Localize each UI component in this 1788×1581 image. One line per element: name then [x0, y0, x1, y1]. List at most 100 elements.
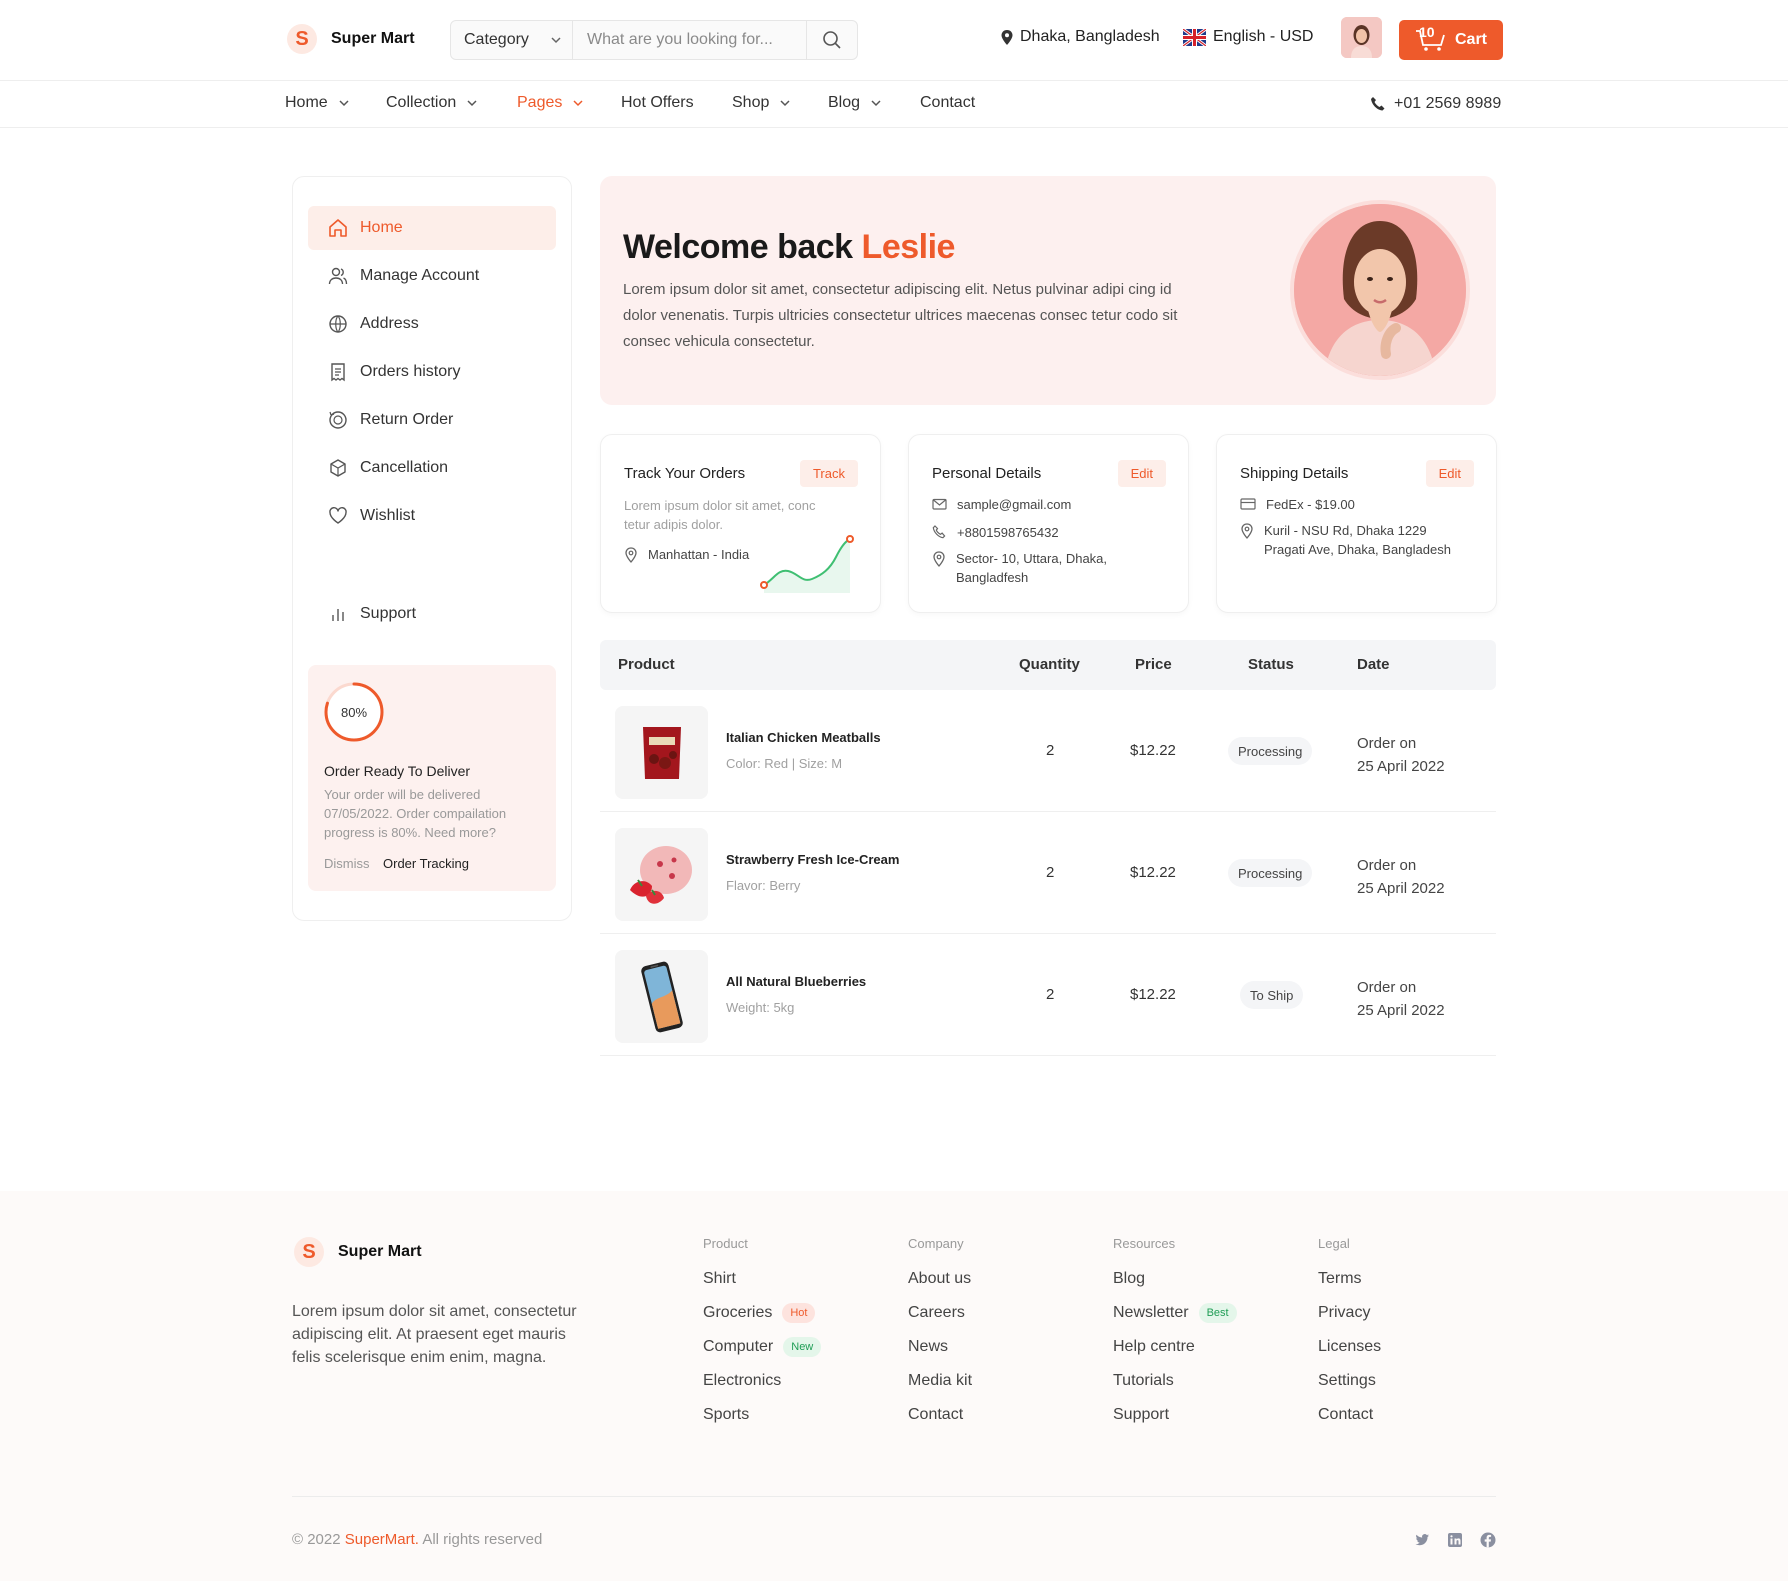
delivery-progress-card: 80% Order Ready To Deliver Your order wi… [308, 665, 556, 891]
edit-personal-button[interactable]: Edit [1117, 460, 1166, 487]
copyright-suffix: All rights reserved [422, 1531, 543, 1548]
footer-link-media-kit[interactable]: Media kit [908, 1372, 972, 1406]
nav-shop-label: Shop [732, 94, 770, 111]
footer-link-settings[interactable]: Settings [1318, 1372, 1381, 1406]
sidebar-item-address[interactable]: Address [308, 302, 556, 346]
column-status: Status [1248, 656, 1294, 673]
sidebar-item-manage-account[interactable]: Manage Account [308, 254, 556, 298]
personal-email: sample@gmail.com [932, 495, 1071, 514]
nav-shop[interactable]: Shop [732, 94, 791, 112]
footer-link-groceries[interactable]: Groceries Hot [703, 1303, 821, 1338]
footer-link-label: Blog [1113, 1270, 1146, 1287]
sidebar-item-orders-history[interactable]: Orders history [308, 350, 556, 394]
product-thumbnail [615, 828, 708, 921]
footer-link-support[interactable]: Support [1113, 1406, 1237, 1440]
nav-blog-label: Blog [828, 94, 861, 111]
personal-details-card: Personal Details Edit sample@gmail.com +… [908, 434, 1189, 613]
avatar-portrait [1341, 17, 1382, 58]
category-label: Category [464, 31, 529, 48]
footer-link-label: Media kit [908, 1372, 973, 1389]
track-button[interactable]: Track [799, 460, 858, 487]
footer-link-computer[interactable]: Computer New [703, 1337, 822, 1372]
table-row[interactable]: All Natural Blueberries Weight: 5kg 2 $1… [600, 934, 1496, 1056]
footer-link-contact[interactable]: Contact [908, 1406, 972, 1440]
sidebar-item-cancellation[interactable]: Cancellation [308, 446, 556, 490]
edit-shipping-button[interactable]: Edit [1425, 460, 1474, 487]
user-avatar[interactable] [1341, 17, 1382, 58]
map-pin-icon [1001, 29, 1013, 45]
nav-home[interactable]: Home [285, 94, 350, 112]
order-date: Order on 25 April 2022 [1357, 854, 1445, 900]
footer-description: Lorem ipsum dolor sit amet, consectetur … [292, 1303, 577, 1366]
nav-pages[interactable]: Pages [517, 94, 584, 112]
footer-link-careers[interactable]: Careers [908, 1304, 972, 1338]
product-name[interactable]: Italian Chicken Meatballs [726, 730, 881, 745]
twitter-icon[interactable] [1413, 1531, 1431, 1549]
order-date-value: 25 April 2022 [1357, 880, 1445, 897]
nav-contact-label: Contact [920, 94, 976, 111]
sidebar-item-home[interactable]: Home [308, 206, 556, 250]
nav-pages-label: Pages [517, 94, 563, 111]
brand-logo[interactable]: S Super Mart [287, 24, 415, 54]
footer-brand-logo[interactable]: S Super Mart [294, 1237, 422, 1267]
footer-link-news[interactable]: News [908, 1338, 972, 1372]
cart-button[interactable]: 10 Cart [1399, 20, 1503, 60]
search-bar: Category What are you looking for... [450, 20, 858, 60]
nav-home-label: Home [285, 94, 328, 111]
users-icon [328, 267, 348, 285]
nav-collection[interactable]: Collection [386, 94, 478, 112]
card-description: Lorem ipsum dolor sit amet, conc tetur a… [624, 498, 816, 532]
facebook-icon[interactable] [1479, 1531, 1497, 1549]
nav-hot-offers[interactable]: Hot Offers [621, 94, 694, 112]
table-row[interactable]: Italian Chicken Meatballs Color: Red | S… [600, 690, 1496, 812]
footer-link-tutorials[interactable]: Tutorials [1113, 1372, 1237, 1406]
linkedin-icon[interactable] [1446, 1531, 1464, 1549]
chevron-down-icon [780, 100, 790, 107]
footer-link-terms[interactable]: Terms [1318, 1270, 1381, 1304]
table-row[interactable]: Strawberry Fresh Ice-Cream Flavor: Berry… [600, 812, 1496, 934]
phone-contact[interactable]: +01 2569 8989 [1370, 95, 1501, 113]
product-name[interactable]: All Natural Blueberries [726, 974, 866, 989]
sidebar-item-support[interactable]: Support [308, 592, 556, 636]
chevron-down-icon [339, 100, 349, 107]
site-footer: S Super Mart Lorem ipsum dolor sit amet,… [0, 1191, 1788, 1581]
footer-link-label: Help centre [1113, 1338, 1195, 1355]
logo-mark: S [287, 24, 317, 54]
track-location-label: Manhattan - India [648, 547, 750, 562]
product-price: $12.22 [1130, 742, 1176, 759]
footer-link-electronics[interactable]: Electronics [703, 1372, 821, 1406]
footer-column-title: Resources [1113, 1236, 1176, 1251]
search-button[interactable] [807, 21, 857, 59]
language-selector[interactable]: English - USD [1183, 28, 1313, 46]
footer-link-blog[interactable]: Blog [1113, 1270, 1237, 1304]
footer-link-privacy[interactable]: Privacy [1318, 1304, 1381, 1338]
footer-link-shirt[interactable]: Shirt [703, 1270, 821, 1304]
category-select[interactable]: Category [451, 21, 573, 59]
order-tracking-link[interactable]: Order Tracking [383, 856, 469, 871]
personal-phone: +8801598765432 [932, 523, 1059, 542]
dismiss-link[interactable]: Dismiss [324, 856, 370, 871]
track-location: Manhattan - India [624, 545, 749, 564]
sidebar-item-return-order[interactable]: Return Order [308, 398, 556, 442]
search-input[interactable]: What are you looking for... [573, 21, 807, 59]
footer-link-label: Contact [908, 1406, 964, 1423]
footer-link-about[interactable]: About us [908, 1270, 972, 1304]
shipping-address: Kuril - NSU Rd, Dhaka 1229 Pragati Ave, … [1240, 521, 1465, 559]
footer-link-label: Settings [1318, 1372, 1376, 1389]
copyright-brand[interactable]: SuperMart. [345, 1531, 419, 1548]
sidebar-item-wishlist[interactable]: Wishlist [308, 494, 556, 538]
footer-link-help-centre[interactable]: Help centre [1113, 1338, 1237, 1372]
product-name[interactable]: Strawberry Fresh Ice-Cream [726, 852, 899, 867]
receipt-icon [331, 363, 345, 382]
footer-link-legal-contact[interactable]: Contact [1318, 1406, 1381, 1440]
footer-link-sports[interactable]: Sports [703, 1406, 821, 1440]
footer-link-newsletter[interactable]: Newsletter Best [1113, 1303, 1237, 1338]
return-icon [329, 411, 347, 429]
nav-contact[interactable]: Contact [920, 94, 975, 112]
location-selector[interactable]: Dhaka, Bangladesh [1000, 28, 1160, 46]
footer-column-title: Legal [1318, 1236, 1350, 1251]
nav-blog[interactable]: Blog [828, 94, 882, 112]
footer-link-licenses[interactable]: Licenses [1318, 1338, 1381, 1372]
column-quantity: Quantity [1019, 656, 1080, 673]
tracking-route-graphic [760, 535, 854, 593]
